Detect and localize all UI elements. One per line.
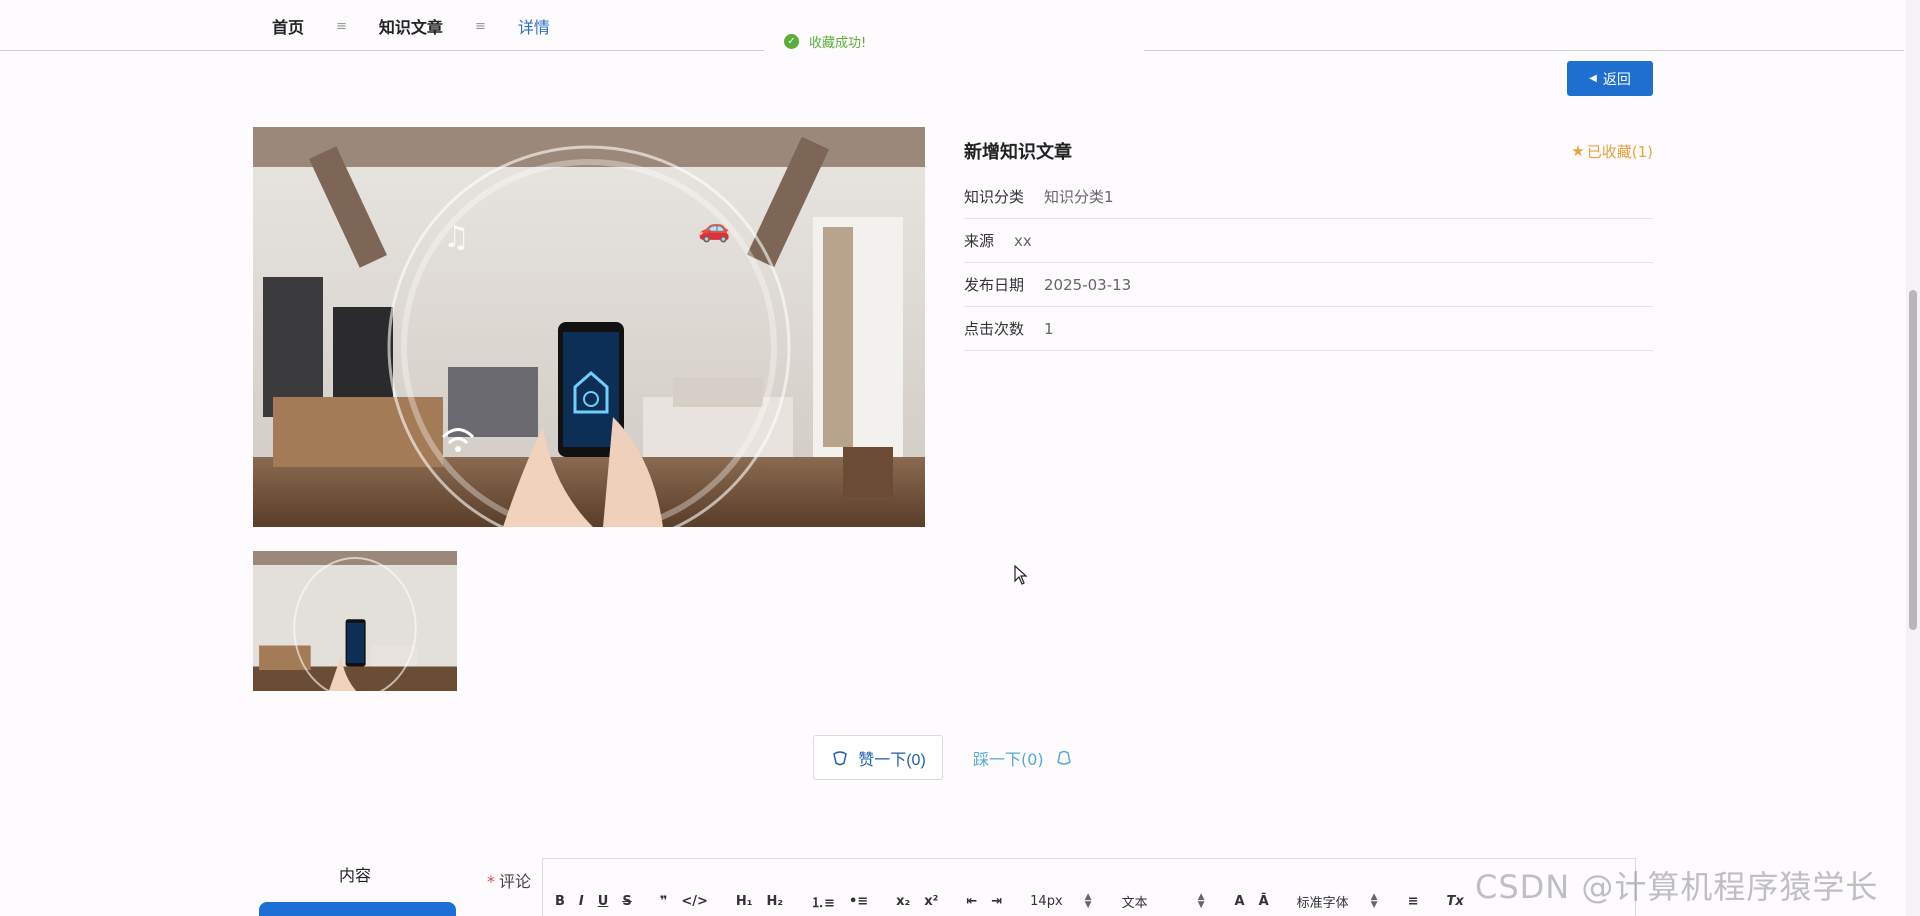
like-label: 赞一下(0) [858, 751, 926, 769]
field-value: xx [1014, 231, 1032, 250]
breadcrumb-home[interactable]: 首页 [272, 14, 304, 38]
field-key: 知识分类 [964, 188, 1025, 206]
info-row-source: 来源 xx [964, 219, 1653, 263]
mouse-cursor-icon [1014, 564, 1028, 589]
page-scrollbar-thumb[interactable] [1909, 290, 1917, 630]
font-size-select[interactable]: 14px ▲ ▼ [1030, 892, 1092, 910]
comment-label-text: 评论 [499, 872, 532, 891]
bold-icon[interactable]: B [555, 894, 565, 909]
article-info-panel: 新增知识文章 ★ 已收藏(1) 知识分类 知识分类1 来源 xx 发布日期 20… [964, 127, 1653, 351]
breadcrumb: 首页 ≡ 知识文章 ≡ 详情 [272, 14, 550, 38]
heading-2-icon[interactable]: H₂ [766, 894, 783, 909]
breadcrumb-articles[interactable]: 知识文章 [379, 14, 443, 38]
dislike-label: 踩一下(0) [973, 749, 1044, 769]
indent-icon[interactable]: ⇥ [991, 894, 1002, 909]
field-value: 1 [1044, 319, 1054, 338]
thumbs-down-icon [1054, 748, 1074, 768]
align-icon[interactable]: ≡ [1408, 894, 1419, 909]
select-arrows-icon: ▲ ▼ [1370, 892, 1378, 910]
comment-label: * 评论 [487, 868, 531, 892]
font-family-select[interactable]: 标准字体 ▲ ▼ [1297, 892, 1378, 911]
editor-toolbar: B I U S ❞ </> H₁ H₂ ⒈≡ •≡ x₂ x² ⇤ ⇥ 14px… [543, 886, 1635, 916]
info-row-date: 发布日期 2025-03-13 [964, 263, 1653, 307]
dislike-button[interactable]: 踩一下(0) [973, 746, 1074, 770]
breadcrumb-separator-icon: ≡ [336, 18, 347, 34]
text-style-select[interactable]: 文本 ▲ ▼ [1122, 892, 1205, 911]
svg-text:♫: ♫ [443, 220, 470, 255]
subscript-icon[interactable]: x₂ [896, 894, 910, 909]
ordered-list-icon[interactable]: ⒈≡ [811, 892, 835, 911]
outdent-icon[interactable]: ⇤ [966, 894, 977, 909]
background-color-icon[interactable]: Ā [1259, 894, 1269, 909]
heading-1-icon[interactable]: H₁ [736, 894, 753, 909]
back-button-label: 返回 [1602, 70, 1631, 87]
vote-actions: 赞一下(0) 踩一下(0) [813, 735, 1074, 780]
success-toast: ✓ 收藏成功! [764, 28, 1144, 54]
select-arrows-icon: ▲ ▼ [1084, 892, 1092, 910]
watermark: CSDN @计算机程序猿学长 [1475, 868, 1879, 906]
blockquote-icon[interactable]: ❞ [660, 894, 668, 909]
code-block-icon[interactable]: </> [681, 894, 708, 909]
field-value: 知识分类1 [1044, 188, 1114, 206]
breadcrumb-separator-icon: ≡ [474, 18, 486, 34]
strike-icon[interactable]: S [622, 894, 631, 909]
svg-text:🚗: 🚗 [698, 214, 730, 244]
field-key: 点击次数 [964, 320, 1025, 338]
content-tab-indicator [259, 902, 456, 916]
underline-icon[interactable]: U [598, 894, 609, 909]
article-main-image: ♫ 🚗 [253, 127, 925, 527]
article-title: 新增知识文章 [964, 142, 1072, 163]
article-thumbnail[interactable] [253, 551, 457, 691]
clear-format-icon[interactable]: Tx [1446, 894, 1463, 909]
field-value: 2025-03-13 [1044, 275, 1132, 294]
field-key: 发布日期 [964, 276, 1025, 294]
check-circle-icon: ✓ [784, 33, 799, 49]
font-color-icon[interactable]: A [1235, 894, 1245, 909]
back-button[interactable]: ◀ 返回 [1567, 61, 1653, 96]
toast-message: 收藏成功! [809, 35, 867, 51]
breadcrumb-detail: 详情 [517, 18, 550, 37]
comment-editor[interactable]: B I U S ❞ </> H₁ H₂ ⒈≡ •≡ x₂ x² ⇤ ⇥ 14px… [542, 858, 1636, 916]
favorite-label: 已收藏(1) [1586, 142, 1653, 161]
bullet-list-icon[interactable]: •≡ [849, 894, 868, 909]
field-key: 来源 [964, 232, 995, 250]
like-button[interactable]: 赞一下(0) [813, 735, 943, 780]
caret-left-icon: ◀ [1589, 73, 1597, 84]
star-icon: ★ [1571, 142, 1585, 160]
thumbs-up-icon [830, 748, 850, 768]
info-row-category: 知识分类 知识分类1 [964, 175, 1653, 219]
italic-icon[interactable]: I [579, 894, 584, 909]
font-size-value: 14px [1030, 893, 1063, 909]
text-style-value: 文本 [1121, 895, 1148, 911]
info-row-clicks: 点击次数 1 [964, 307, 1653, 351]
select-arrows-icon: ▲ ▼ [1197, 892, 1205, 910]
superscript-icon[interactable]: x² [924, 894, 938, 909]
font-family-value: 标准字体 [1296, 895, 1349, 911]
content-tab[interactable]: 内容 [256, 862, 454, 886]
required-mark: * [487, 872, 495, 891]
favorite-button[interactable]: ★ 已收藏(1) [1571, 141, 1653, 162]
